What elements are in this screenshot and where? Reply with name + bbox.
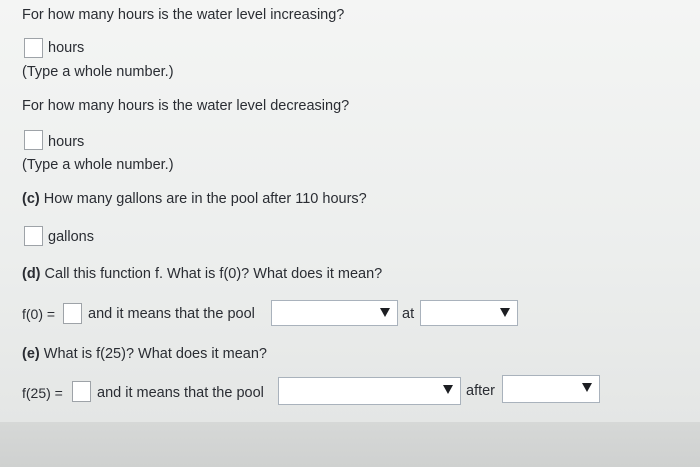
question-panel: For how many hours is the water level in…	[0, 0, 700, 467]
f25-expression: f(25) =	[22, 385, 63, 401]
chevron-down-icon	[582, 383, 592, 392]
gallons-input[interactable]	[24, 226, 43, 246]
chevron-down-icon	[500, 308, 510, 317]
f0-time-select[interactable]	[420, 300, 518, 326]
chevron-down-icon	[380, 308, 390, 317]
f25-pool-state-select[interactable]	[278, 377, 461, 405]
f25-meaning-text: and it means that the pool	[97, 385, 264, 401]
part-e-question: (e) What is f(25)? What does it mean?	[22, 345, 267, 363]
part-e-label: (e)	[22, 346, 40, 362]
part-d-question: (d) Call this function f. What is f(0)? …	[22, 265, 382, 283]
hours-increasing-input[interactable]	[24, 38, 43, 58]
part-c-label: (c)	[22, 191, 40, 207]
gallons-unit: gallons	[48, 229, 94, 245]
part-c-question: (c) How many gallons are in the pool aft…	[22, 190, 367, 208]
part-d-label: (d)	[22, 266, 41, 282]
question-decrease-prompt: For how many hours is the water level de…	[22, 98, 350, 114]
part-c-prompt: How many gallons are in the pool after 1…	[43, 191, 367, 207]
hours-increasing-hint: (Type a whole number.)	[22, 64, 174, 80]
hours-increasing-unit: hours	[48, 40, 85, 56]
f0-expression: f(0) =	[22, 306, 56, 322]
hours-decreasing-unit: hours	[48, 134, 85, 150]
part-e-prompt: What is f(25)? What does it mean?	[43, 346, 268, 362]
f0-input[interactable]	[63, 303, 82, 324]
f0-meaning-text: and it means that the pool	[88, 306, 255, 322]
bottom-bar	[0, 422, 700, 467]
chevron-down-icon	[443, 385, 453, 394]
question-increase-prompt: For how many hours is the water level in…	[22, 7, 345, 23]
f0-pool-state-select[interactable]	[271, 300, 398, 326]
hours-decreasing-hint: (Type a whole number.)	[22, 157, 174, 173]
f25-time-select[interactable]	[502, 375, 600, 403]
f25-connector: after	[466, 383, 496, 399]
f25-input[interactable]	[72, 381, 91, 402]
f0-connector: at	[402, 306, 415, 322]
part-d-prompt: Call this function f. What is f(0)? What…	[44, 266, 383, 282]
hours-decreasing-input[interactable]	[24, 130, 43, 150]
